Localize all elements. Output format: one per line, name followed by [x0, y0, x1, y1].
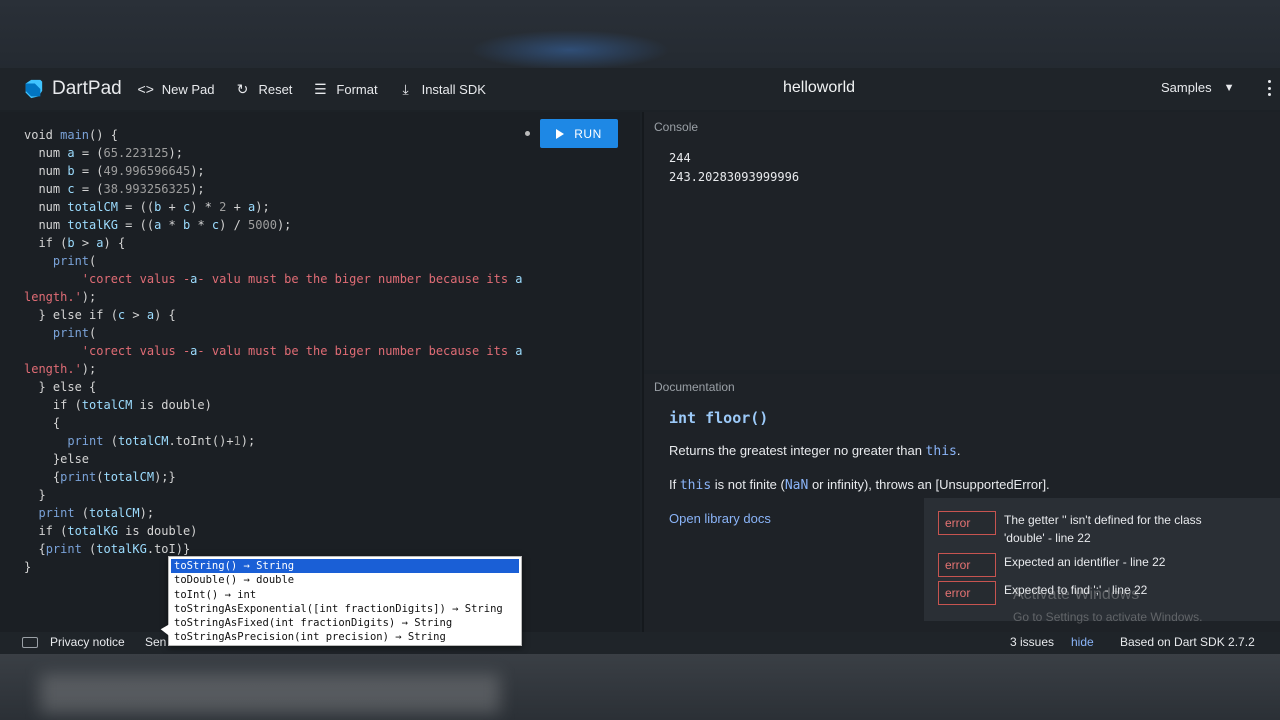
dartpad-logo[interactable]: DartPad [22, 78, 122, 100]
doc-signature: int floor() [669, 409, 769, 427]
issue-item[interactable]: error The getter '' isn't defined for th… [938, 511, 1244, 547]
samples-label: Samples [1161, 80, 1212, 95]
issues-count: 3 issues [1010, 635, 1055, 649]
install-sdk-label: Install SDK [421, 81, 486, 97]
refresh-icon: ↻ [236, 80, 249, 97]
doc-paragraph-1: Returns the greatest integer no greater … [669, 443, 961, 459]
reset-label: Reset [258, 81, 293, 97]
autocomplete-item[interactable]: toDouble() → double [169, 573, 521, 587]
install-sdk-button[interactable]: ⤓ Install SDK [398, 80, 486, 97]
console-output: 244 243.20283093999996 [669, 151, 800, 184]
new-pad-label: New Pad [161, 81, 215, 97]
reset-button[interactable]: ↻ Reset [234, 80, 293, 97]
code-editor[interactable]: void main() { num a = (65.223125); num b… [0, 112, 640, 632]
autocomplete-item[interactable]: toInt() → int [169, 588, 521, 602]
play-icon [556, 128, 565, 139]
issue-text: Expected an identifier - line 22 [1004, 555, 1166, 569]
documentation-label: Documentation [654, 380, 735, 394]
error-badge: error [938, 511, 996, 535]
pad-title[interactable]: helloworld [783, 79, 855, 97]
sdk-version: Based on Dart SDK 2.7.2 [1120, 635, 1255, 649]
chevron-down-icon: ▼ [1223, 81, 1235, 94]
error-badge: error [938, 581, 996, 605]
autocomplete-item[interactable]: toStringAsFixed(int fractionDigits) → St… [169, 616, 521, 630]
samples-dropdown[interactable]: Samples ▼ [1161, 80, 1234, 95]
dart-logo-icon [25, 79, 43, 99]
format-align-icon: ☰ [314, 80, 327, 97]
run-button[interactable]: RUN [540, 119, 618, 148]
autocomplete-popup: toString() → String toDouble() → double … [168, 556, 522, 646]
app-bar: DartPad <> New Pad ↻ Reset ☰ Format ⤓ In… [0, 68, 1280, 110]
download-icon: ⤓ [402, 80, 409, 97]
privacy-notice-link[interactable]: Privacy notice [50, 635, 125, 649]
issue-item[interactable]: error Expected an identifier - line 22 [938, 553, 1244, 577]
send-feedback-link[interactable]: Sen [145, 635, 166, 649]
format-label: Format [336, 81, 378, 97]
windows-activation-watermark: Activate Windows [1013, 586, 1140, 603]
format-button[interactable]: ☰ Format [312, 81, 377, 97]
issue-text: The getter '' isn't defined for the clas… [1004, 513, 1202, 545]
more-menu-icon[interactable] [1268, 80, 1272, 96]
doc-paragraph-2: If this is not finite (NaN or infinity),… [669, 477, 1050, 493]
unsaved-indicator-icon [525, 131, 530, 136]
error-badge: error [938, 553, 996, 577]
app-name: DartPad [52, 78, 122, 99]
new-pad-button[interactable]: <> New Pad [138, 81, 215, 97]
keyboard-icon[interactable] [22, 637, 38, 648]
code-text[interactable]: void main() { num a = (65.223125); num b… [24, 126, 523, 576]
windows-activation-subtext: Go to Settings to activate Windows. [1013, 610, 1203, 624]
code-icon: <> [137, 81, 154, 97]
open-library-docs-link[interactable]: Open library docs [669, 511, 771, 526]
run-label: RUN [574, 126, 602, 141]
autocomplete-item[interactable]: toStringAsExponential([int fractionDigit… [169, 602, 521, 616]
autocomplete-item[interactable]: toStringAsPrecision(int precision) → Str… [169, 630, 521, 644]
blurred-background-top [0, 0, 1280, 70]
autocomplete-item-selected[interactable]: toString() → String [171, 559, 519, 574]
console-label: Console [654, 120, 699, 134]
hide-issues-link[interactable]: hide [1071, 635, 1094, 649]
blurred-background-bottom [0, 654, 1280, 720]
